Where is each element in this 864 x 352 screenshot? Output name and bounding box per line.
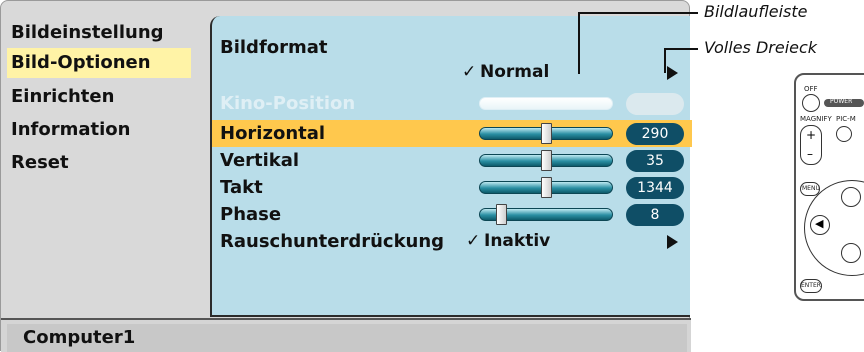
slider-thumb[interactable]: [541, 150, 552, 171]
triangle-callout-line: [664, 48, 666, 73]
annotation-full-triangle: Volles Dreieck: [704, 38, 818, 57]
magnify-rocker: + –: [800, 125, 822, 165]
horizontal-slider[interactable]: [479, 123, 613, 144]
slider-thumb[interactable]: [541, 177, 552, 198]
row-vertikal[interactable]: Vertikal 35: [212, 147, 692, 174]
dpad-up-button: [841, 187, 861, 207]
menu-item-information[interactable]: Information: [7, 115, 191, 145]
submenu-panel: Bildformat ✓ Normal Kino-Position Horizo…: [210, 16, 692, 317]
row-horizontal[interactable]: Horizontal 290: [212, 120, 692, 147]
row-kino-position: Kino-Position: [212, 90, 692, 117]
menu-item-reset[interactable]: Reset: [7, 148, 191, 178]
rauschunterdrueckung-value: Inaktiv: [484, 231, 551, 251]
input-source-label: Computer1: [7, 324, 687, 352]
vertikal-value-pill: 35: [626, 150, 684, 172]
kino-position-label: Kino-Position: [220, 93, 356, 114]
phase-label: Phase: [220, 204, 282, 225]
menu-item-label: Information: [11, 119, 131, 140]
enter-button: ENTER: [800, 279, 822, 293]
dpad-down-button: [841, 243, 861, 263]
horizontal-value-pill: 290: [626, 123, 684, 145]
right-triangle-icon[interactable]: [667, 66, 678, 80]
row-phase[interactable]: Phase 8: [212, 201, 692, 228]
row-rauschunterdrueckung[interactable]: Rauschunterdrückung ✓ Inaktiv: [212, 228, 692, 255]
bildformat-value: Normal: [480, 62, 550, 82]
remote-magnify-label: MAGNIFY: [800, 115, 832, 123]
menu-item-label: Bild-Optionen: [11, 52, 151, 73]
projector-menu: Bildeinstellung Bild-Optionen Einrichten…: [0, 0, 692, 352]
menu-item-bild-optionen[interactable]: Bild-Optionen: [7, 48, 191, 78]
row-bildformat[interactable]: Bildformat: [212, 34, 692, 61]
phase-value-pill: 8: [626, 204, 684, 226]
phase-slider[interactable]: [479, 204, 613, 225]
menu-item-label: Reset: [11, 152, 69, 173]
status-bar: Computer1: [1, 318, 691, 352]
left-arrow-icon: ◀: [815, 217, 824, 230]
takt-slider[interactable]: [479, 177, 613, 198]
power-button: POWER: [824, 98, 864, 107]
picmute-button: [836, 126, 852, 142]
checkmark-icon: ✓: [466, 231, 481, 251]
scrollbar-callout-line: [578, 12, 698, 14]
rauschunterdrueckung-label: Rauschunterdrückung: [220, 231, 445, 252]
minus-icon: –: [807, 147, 813, 161]
menu-item-einrichten[interactable]: Einrichten: [7, 82, 191, 112]
vertikal-label: Vertikal: [220, 150, 300, 171]
remote-picmute-label: PIC-M: [836, 115, 856, 123]
menu-item-bildeinstellung[interactable]: Bildeinstellung: [7, 18, 191, 48]
kino-position-value-pill: [626, 93, 684, 115]
plus-icon: +: [806, 128, 817, 142]
remote-control: OFF POWER MAGNIFY PIC-M + – MENU ◀ ENTER: [794, 73, 864, 301]
remote-off-label: OFF: [804, 85, 818, 93]
horizontal-label: Horizontal: [220, 123, 326, 144]
scrollbar-callout-line: [578, 12, 580, 74]
takt-label: Takt: [220, 177, 263, 198]
menu-item-label: Bildeinstellung: [11, 22, 164, 43]
slider-thumb[interactable]: [541, 123, 552, 144]
checkmark-icon: ✓: [462, 62, 477, 82]
slider-thumb[interactable]: [496, 204, 507, 225]
triangle-callout-line: [664, 48, 698, 50]
vertikal-slider[interactable]: [479, 150, 613, 171]
bildformat-label: Bildformat: [220, 37, 328, 58]
power-off-button: [802, 94, 820, 112]
row-takt[interactable]: Takt 1344: [212, 174, 692, 201]
menu-item-label: Einrichten: [11, 86, 115, 107]
kino-position-slider: [479, 97, 613, 110]
right-triangle-icon[interactable]: [667, 235, 678, 249]
row-bildformat-value[interactable]: ✓ Normal: [212, 59, 692, 86]
annotation-scrollbar: Bildlaufleiste: [704, 2, 808, 21]
takt-value-pill: 1344: [626, 177, 684, 199]
dpad-left-button: ◀: [810, 215, 830, 235]
